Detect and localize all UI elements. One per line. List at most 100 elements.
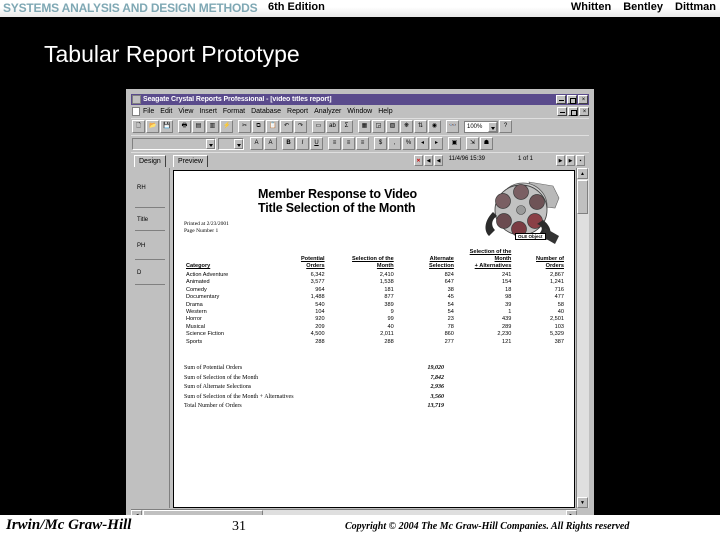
insert-summary-icon[interactable]: Σ — [340, 120, 353, 133]
insert-picture-icon[interactable]: ▧ — [386, 120, 399, 133]
print-preview-icon[interactable]: ▤ — [192, 120, 205, 133]
help-pointer-icon[interactable]: ? — [499, 120, 512, 133]
cell-alternate-selection: 647 — [444, 279, 454, 286]
menu-item-format[interactable]: Format — [223, 108, 245, 115]
tab-preview[interactable]: Preview — [173, 155, 208, 167]
stop-refresh-icon[interactable]: ▪ — [576, 155, 585, 166]
table-row: Animated 3,577 1,538 647 154 1,241 — [184, 279, 566, 286]
select-expert-icon[interactable]: ❋ — [400, 120, 413, 133]
menu-item-database[interactable]: Database — [251, 108, 281, 115]
fill-color-icon[interactable]: A — [264, 137, 277, 150]
scroll-up-icon[interactable]: ▲ — [577, 168, 588, 179]
decrease-decimal-icon[interactable]: ▸ — [430, 137, 443, 150]
font-name-field[interactable] — [132, 137, 216, 150]
insert-text-icon[interactable]: ab — [326, 120, 339, 133]
paste-icon[interactable]: 📋 — [266, 120, 279, 133]
insert-chart-icon[interactable]: ▦ — [358, 120, 371, 133]
comma-icon[interactable]: , — [388, 137, 401, 150]
percent-icon[interactable]: % — [402, 137, 415, 150]
menu-item-window[interactable]: Window — [347, 108, 372, 115]
previous-page-icon[interactable]: ◀ — [434, 155, 443, 166]
font-size-field[interactable] — [218, 137, 244, 150]
window-title: Seagate Crystal Reports Professional - [… — [143, 96, 332, 103]
print-icon[interactable]: 🖶 — [178, 120, 191, 133]
section-d[interactable]: D — [135, 261, 165, 285]
align-right-icon[interactable]: ≡ — [356, 137, 369, 150]
border-icon[interactable]: ▣ — [448, 137, 461, 150]
cell-potential-orders: 6,342 — [310, 272, 325, 278]
open-folder-icon[interactable]: 📂 — [146, 120, 159, 133]
cell-potential-orders: 209 — [315, 323, 325, 330]
copy-icon[interactable]: ⧉ — [252, 120, 265, 133]
stop-icon[interactable]: ✕ — [414, 155, 423, 166]
align-center-icon[interactable]: ≡ — [342, 137, 355, 150]
header-line-1: Selection of the Month — [469, 249, 512, 262]
undo-icon[interactable]: ↶ — [280, 120, 293, 133]
copyright-notice: Copyright © 2004 The Mc Graw-Hill Compan… — [345, 521, 630, 532]
export-icon[interactable]: ▥ — [206, 120, 219, 133]
insert-field-icon[interactable]: ▭ — [312, 120, 325, 133]
sort-order-icon[interactable]: ⇅ — [414, 120, 427, 133]
author-3: Dittman — [675, 1, 716, 13]
menu-item-insert[interactable]: Insert — [199, 108, 217, 115]
mdi-window-buttons: × — [557, 107, 589, 116]
maximize-button[interactable] — [567, 95, 577, 104]
group-icon[interactable]: ⇲ — [466, 137, 479, 150]
section-ph[interactable]: PH — [135, 232, 165, 260]
font-color-icon[interactable]: A — [250, 137, 263, 150]
menu-item-file[interactable]: File — [143, 108, 154, 115]
document-icon[interactable] — [132, 107, 140, 116]
section-rh[interactable]: RH — [135, 168, 165, 208]
bold-icon[interactable]: B — [282, 137, 295, 150]
cell-alternate-selection: 54 — [447, 309, 454, 316]
cell-month-plus-alternatives: 121 — [501, 338, 512, 345]
mdi-restore-button[interactable] — [568, 107, 578, 116]
last-page-icon[interactable]: ▶ — [566, 155, 575, 166]
insert-map-icon[interactable]: ◲ — [372, 120, 385, 133]
preview-stop-controls: ✕ ◀ ◀ — [414, 155, 443, 166]
menu-item-edit[interactable]: Edit — [160, 108, 172, 115]
search-binoculars-icon[interactable]: 👓 — [446, 120, 459, 133]
increase-decimal-icon[interactable]: ◂ — [416, 137, 429, 150]
total-row: Total Number of Orders 13,719 — [184, 402, 444, 412]
new-document-icon[interactable]: 🗋 — [132, 120, 145, 133]
italic-icon[interactable]: I — [296, 137, 309, 150]
menu-item-report[interactable]: Report — [287, 108, 308, 115]
first-page-icon[interactable]: ◀ — [424, 155, 433, 166]
font-name-chevron-down-icon[interactable] — [206, 138, 215, 149]
underline-icon[interactable]: U — [310, 137, 323, 150]
cut-icon[interactable]: ✂ — [238, 120, 251, 133]
vertical-scroll-thumb[interactable] — [577, 180, 588, 214]
menu-item-help[interactable]: Help — [378, 108, 392, 115]
scroll-down-icon[interactable]: ▼ — [577, 497, 588, 508]
menu-item-analyzer[interactable]: Analyzer — [314, 108, 341, 115]
report-totals: Sum of Potential Orders 19,020 Sum of Se… — [184, 364, 444, 412]
highlight-icon[interactable]: ◉ — [428, 120, 441, 133]
total-label: Sum of Selection of the Month — [184, 374, 259, 381]
total-label: Sum of Potential Orders — [184, 365, 243, 371]
chevron-down-icon[interactable] — [488, 121, 497, 132]
section-title[interactable]: Title — [135, 209, 165, 231]
next-page-icon[interactable]: ▶ — [556, 155, 565, 166]
mdi-close-button[interactable]: × — [579, 107, 589, 116]
close-button[interactable]: × — [578, 95, 588, 104]
mdi-minimize-button[interactable] — [557, 107, 567, 116]
font-size-chevron-down-icon[interactable] — [234, 138, 243, 149]
menu-item-view[interactable]: View — [178, 108, 193, 115]
redo-icon[interactable]: ↷ — [294, 120, 307, 133]
save-disk-icon[interactable]: 💾 — [160, 120, 173, 133]
total-value: 7,842 — [430, 374, 445, 381]
cell-number-of-orders: 716 — [554, 286, 564, 293]
vertical-scrollbar[interactable]: ▲ ▼ — [576, 168, 589, 508]
tab-design[interactable]: Design — [134, 155, 166, 167]
expert-icon[interactable]: ☗ — [480, 137, 493, 150]
zoom-combobox[interactable]: 100% — [464, 120, 498, 133]
formatting-toolbar: A A B I U ≡ ≡ ≡ $ , % ◂ ▸ ▣ ⇲ ☗ — [131, 135, 589, 151]
align-left-icon[interactable]: ≡ — [328, 137, 341, 150]
minimize-button[interactable] — [556, 95, 566, 104]
currency-icon[interactable]: $ — [374, 137, 387, 150]
cell-number-of-orders: 40 — [557, 309, 564, 316]
refresh-icon[interactable]: ⚡ — [220, 120, 233, 133]
table-head: Category Potential Orders Selection of t… — [184, 249, 566, 272]
author-1: Whitten — [570, 1, 612, 13]
